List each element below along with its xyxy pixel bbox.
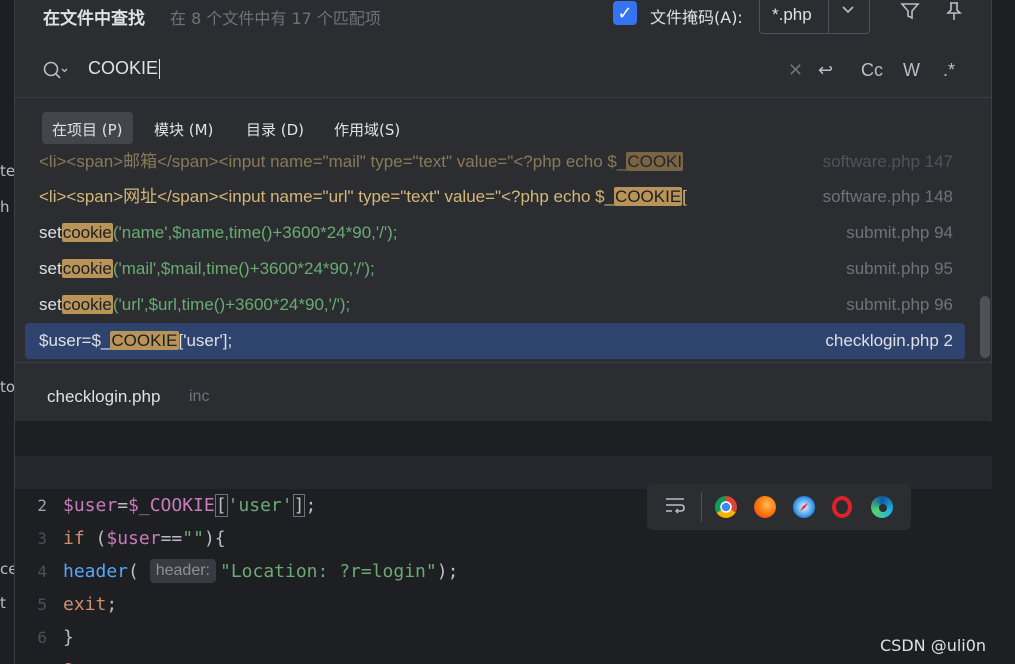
result-row[interactable]: setcookie('url',$url,time()+3600*24*90,'…: [25, 287, 965, 323]
newline-icon[interactable]: ↩: [818, 60, 833, 81]
preview-header: checklogin.php inc: [15, 362, 993, 420]
firefox-icon[interactable]: [754, 496, 776, 518]
floating-toolbar: [647, 484, 911, 530]
result-row[interactable]: <li><span>邮箱</span><input name="mail" ty…: [25, 150, 965, 180]
search-input[interactable]: COOKIE: [88, 58, 161, 80]
result-row-selected[interactable]: $user=$_COOKIE['user']; checklogin.php 2: [25, 323, 965, 359]
safari-icon[interactable]: [793, 496, 815, 518]
edge-icon[interactable]: [871, 496, 893, 518]
preview-file-name: checklogin.php: [47, 387, 161, 406]
words-toggle[interactable]: W: [903, 60, 920, 81]
opera-icon[interactable]: [832, 496, 852, 518]
file-mask-select[interactable]: *.php: [759, 0, 870, 34]
result-file: submit.php 96: [846, 295, 953, 314]
pin-icon[interactable]: [943, 0, 965, 28]
result-file: submit.php 95: [846, 259, 953, 278]
chrome-icon[interactable]: [715, 496, 737, 518]
tab-module[interactable]: 模块 (M): [144, 112, 223, 144]
code-line: 7?>: [15, 621, 993, 664]
match-case-toggle[interactable]: Cc: [861, 60, 883, 81]
bg-fragment: t: [0, 594, 6, 612]
tab-project[interactable]: 在项目 (P): [42, 112, 133, 144]
result-file: checklogin.php 2: [825, 331, 953, 350]
results-scrollbar[interactable]: [980, 296, 990, 358]
result-file: software.php 148: [822, 187, 953, 206]
tab-directory[interactable]: 目录 (D): [236, 112, 314, 144]
watermark: CSDN @uli0n: [880, 636, 987, 655]
code-line: 1<?php: [15, 423, 993, 483]
find-in-files-dialog: 在文件中查找 在 8 个文件中有 17 个匹配项 ✓ 文件掩码(A): *.ph…: [14, 0, 993, 664]
result-row[interactable]: setcookie('name',$name,time()+3600*24*90…: [25, 215, 965, 251]
clear-icon[interactable]: ✕: [788, 60, 803, 81]
result-file: software.php 147: [822, 152, 953, 171]
search-row: COOKIE ✕ ↩ Cc W .*: [15, 44, 993, 98]
soft-wrap-icon[interactable]: [663, 494, 687, 522]
file-mask-label: 文件掩码(A):: [650, 8, 743, 27]
code-preview[interactable]: 1<?php 2$user=$_COOKIE['user']; 3if ($us…: [15, 421, 993, 664]
dialog-header: 在文件中查找 在 8 个文件中有 17 个匹配项 ✓ 文件掩码(A): *.ph…: [15, 0, 993, 44]
result-row[interactable]: <li><span>网址</span><input name="url" typ…: [25, 179, 965, 215]
bg-fragment: te: [0, 162, 16, 180]
bg-fragment: to: [0, 378, 16, 396]
bg-fragment: h: [0, 198, 10, 216]
search-icon[interactable]: [41, 58, 68, 84]
filter-icon[interactable]: [899, 0, 921, 28]
results-list: <li><span>邮箱</span><input name="mail" ty…: [15, 150, 980, 362]
code-line: 6}: [37, 627, 74, 648]
result-row[interactable]: setcookie('mail',$mail,time()+3600*24*90…: [25, 251, 965, 287]
regex-toggle[interactable]: .*: [943, 60, 955, 81]
match-count: 在 8 个文件中有 17 个匹配项: [170, 9, 381, 28]
background-editor-strip: te h to ce t: [0, 0, 17, 664]
tab-scope[interactable]: 作用域(S): [324, 112, 410, 144]
code-line: 5 exit;: [37, 594, 118, 615]
chevron-down-icon[interactable]: [840, 1, 856, 22]
preview-file-dir: inc: [189, 388, 210, 405]
right-edge: [992, 0, 1015, 664]
file-mask-value: *.php: [772, 5, 812, 24]
file-mask-checkbox[interactable]: ✓: [613, 1, 637, 25]
dialog-title: 在文件中查找: [43, 9, 145, 29]
result-file: submit.php 94: [846, 223, 953, 242]
